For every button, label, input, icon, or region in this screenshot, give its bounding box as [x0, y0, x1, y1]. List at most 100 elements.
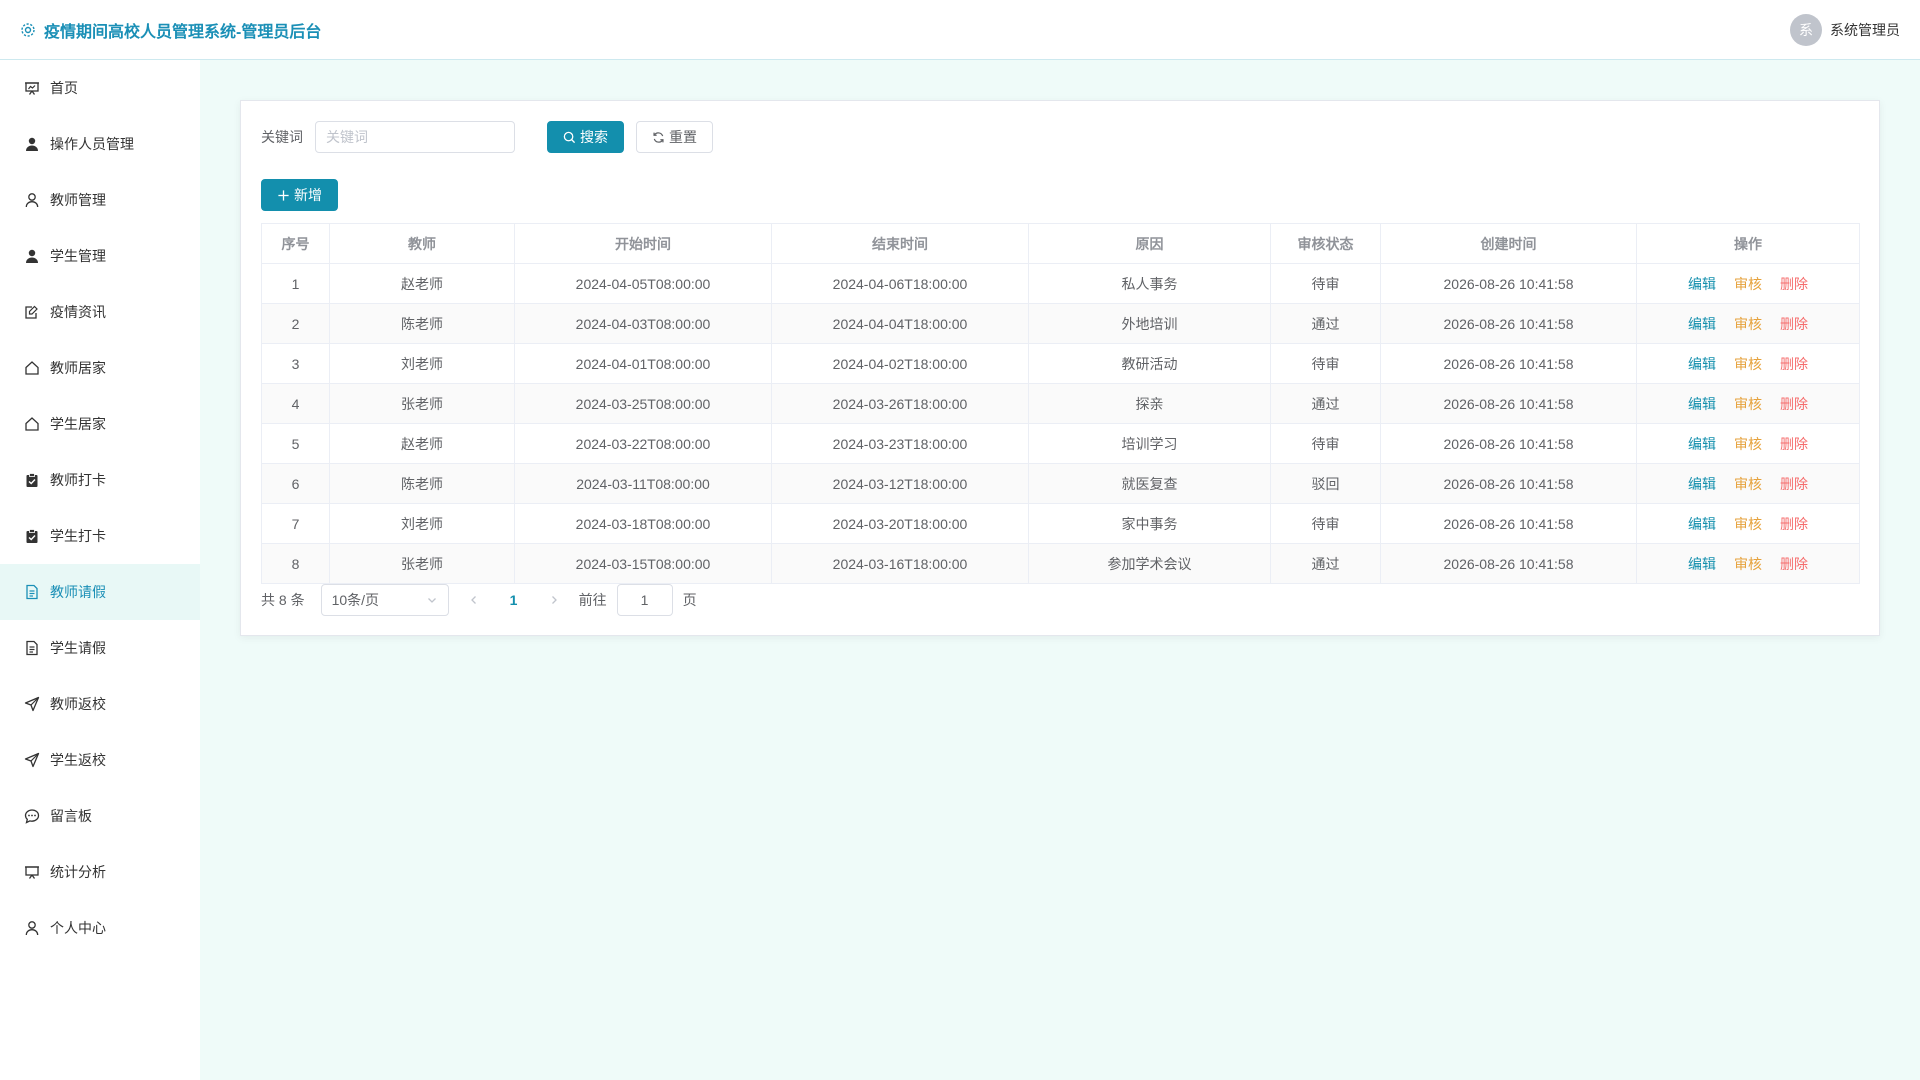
prev-page-button[interactable]: [459, 594, 489, 606]
table-cell: 2024-03-12T18:00:00: [771, 463, 1029, 504]
column-header: 操作: [1636, 223, 1860, 264]
chevron-right-icon: [551, 596, 557, 604]
search-button[interactable]: 搜索: [547, 121, 624, 153]
sidebar-item-8[interactable]: 学生打卡: [0, 508, 200, 564]
table-cell: 张老师: [329, 383, 515, 424]
app-title: 疫情期间高校人员管理系统-管理员后台: [44, 23, 322, 41]
audit-link[interactable]: 审核: [1734, 276, 1762, 292]
sidebar-item-label: 留言板: [50, 808, 92, 824]
goto-page-input[interactable]: [616, 584, 673, 616]
table-cell: 2024-03-22T08:00:00: [514, 423, 772, 464]
sidebar-item-0[interactable]: 首页: [0, 60, 200, 116]
table-cell: 陈老师: [329, 303, 515, 344]
row-actions: 编辑 审核 删除: [1636, 263, 1860, 304]
sidebar-item-3[interactable]: 学生管理: [0, 228, 200, 284]
audit-link[interactable]: 审核: [1734, 516, 1762, 532]
audit-link[interactable]: 审核: [1734, 316, 1762, 332]
table-row: 7 刘老师 2024-03-18T08:00:00 2024-03-20T18:00:…: [261, 503, 1860, 544]
sidebar-item-14[interactable]: 统计分析: [0, 844, 200, 900]
table-row: 5 赵老师 2024-03-22T08:00:00 2024-03-23T18:00:…: [261, 423, 1860, 464]
edit-link[interactable]: 编辑: [1688, 556, 1716, 572]
page-number[interactable]: 1: [499, 592, 529, 608]
table-cell: 刘老师: [329, 343, 515, 384]
table-row: 8 张老师 2024-03-15T08:00:00 2024-03-16T18:00:…: [261, 543, 1860, 584]
delete-link[interactable]: 删除: [1780, 516, 1808, 532]
sidebar-item-label: 教师居家: [50, 360, 106, 376]
delete-link[interactable]: 删除: [1780, 316, 1808, 332]
sidebar-item-4[interactable]: 疫情资讯: [0, 284, 200, 340]
audit-link[interactable]: 审核: [1734, 356, 1762, 372]
sidebar-item-10[interactable]: 学生请假: [0, 620, 200, 676]
goto-prefix: 前往: [578, 592, 607, 608]
send-icon: [24, 696, 40, 712]
table-cell: 2024-03-11T08:00:00: [514, 463, 772, 504]
table-cell: 待审: [1270, 503, 1381, 544]
edit-link[interactable]: 编辑: [1688, 516, 1716, 532]
main-panel: 关键词 搜索 重置 新增 序号教师开始时间结束时间原因审核状态创建时间操作 1赵…: [240, 100, 1880, 636]
table-row: 4 张老师 2024-03-25T08:00:00 2024-03-26T18:00:…: [261, 383, 1860, 424]
table-cell: 2026-08-26 10:41:58: [1380, 543, 1637, 584]
user-name[interactable]: 系统管理员: [1830, 20, 1900, 40]
reset-button[interactable]: 重置: [636, 121, 713, 153]
keyword-input[interactable]: [315, 121, 515, 153]
edit-link[interactable]: 编辑: [1688, 356, 1716, 372]
goto-suffix: 页: [682, 592, 697, 608]
table-cell: 2024-04-02T18:00:00: [771, 343, 1029, 384]
sidebar-item-15[interactable]: 个人中心: [0, 900, 200, 956]
brand: 疫情期间高校人员管理系统-管理员后台: [20, 18, 321, 42]
delete-link[interactable]: 删除: [1780, 476, 1808, 492]
user-menu[interactable]: 系 系统管理员: [1790, 13, 1900, 46]
sidebar-item-7[interactable]: 教师打卡: [0, 452, 200, 508]
column-header: 结束时间: [771, 223, 1029, 264]
table-cell: 赵老师: [329, 263, 515, 304]
sidebar-item-1[interactable]: 操作人员管理: [0, 116, 200, 172]
sidebar-item-12[interactable]: 学生返校: [0, 732, 200, 788]
search-icon: [563, 131, 576, 143]
sidebar-item-label: 学生居家: [50, 416, 106, 432]
edit-link[interactable]: 编辑: [1688, 276, 1716, 292]
chat-icon: [24, 809, 40, 824]
sidebar-item-label: 教师请假: [50, 584, 106, 600]
add-button[interactable]: 新增: [261, 179, 338, 211]
sidebar-item-label: 疫情资讯: [50, 304, 106, 320]
delete-link[interactable]: 删除: [1780, 556, 1808, 572]
table-cell: 培训学习: [1028, 423, 1271, 464]
edit-link[interactable]: 编辑: [1688, 436, 1716, 452]
delete-link[interactable]: 删除: [1780, 436, 1808, 452]
document-edit-icon: [25, 305, 38, 319]
table-row: 1 赵老师 2024-04-05T08:00:00 2024-04-06T18:00:…: [261, 263, 1860, 304]
table-cell: 私人事务: [1028, 263, 1271, 304]
edit-link[interactable]: 编辑: [1688, 316, 1716, 332]
search-button-label: 搜索: [580, 129, 608, 145]
sidebar-item-5[interactable]: 教师居家: [0, 340, 200, 396]
audit-link[interactable]: 审核: [1734, 476, 1762, 492]
audit-link[interactable]: 审核: [1734, 556, 1762, 572]
toolbar: 新增: [261, 179, 1859, 211]
clipboard-check-icon: [26, 473, 38, 487]
audit-link[interactable]: 审核: [1734, 436, 1762, 452]
table-cell: 待审: [1270, 343, 1381, 384]
column-header: 序号: [261, 223, 330, 264]
sidebar-item-9[interactable]: 教师请假: [0, 564, 200, 620]
table-cell: 教研活动: [1028, 343, 1271, 384]
sidebar-item-11[interactable]: 教师返校: [0, 676, 200, 732]
table-cell: 通过: [1270, 303, 1381, 344]
next-page-button[interactable]: [539, 594, 569, 606]
sidebar-item-6[interactable]: 学生居家: [0, 396, 200, 452]
audit-link[interactable]: 审核: [1734, 396, 1762, 412]
sidebar-item-2[interactable]: 教师管理: [0, 172, 200, 228]
sidebar-item-13[interactable]: 留言板: [0, 788, 200, 844]
edit-link[interactable]: 编辑: [1688, 396, 1716, 412]
delete-link[interactable]: 删除: [1780, 356, 1808, 372]
table-cell: 就医复查: [1028, 463, 1271, 504]
page-size-select[interactable]: 10条/页: [320, 584, 449, 616]
table-cell: 2026-08-26 10:41:58: [1380, 303, 1637, 344]
table-cell: 2024-04-05T08:00:00: [514, 263, 772, 304]
edit-link[interactable]: 编辑: [1688, 476, 1716, 492]
delete-link[interactable]: 删除: [1780, 276, 1808, 292]
delete-link[interactable]: 删除: [1780, 396, 1808, 412]
sidebar-item-label: 个人中心: [50, 920, 106, 936]
avatar[interactable]: 系: [1790, 13, 1822, 46]
table-cell: 参加学术会议: [1028, 543, 1271, 584]
table-cell: 5: [261, 423, 330, 464]
